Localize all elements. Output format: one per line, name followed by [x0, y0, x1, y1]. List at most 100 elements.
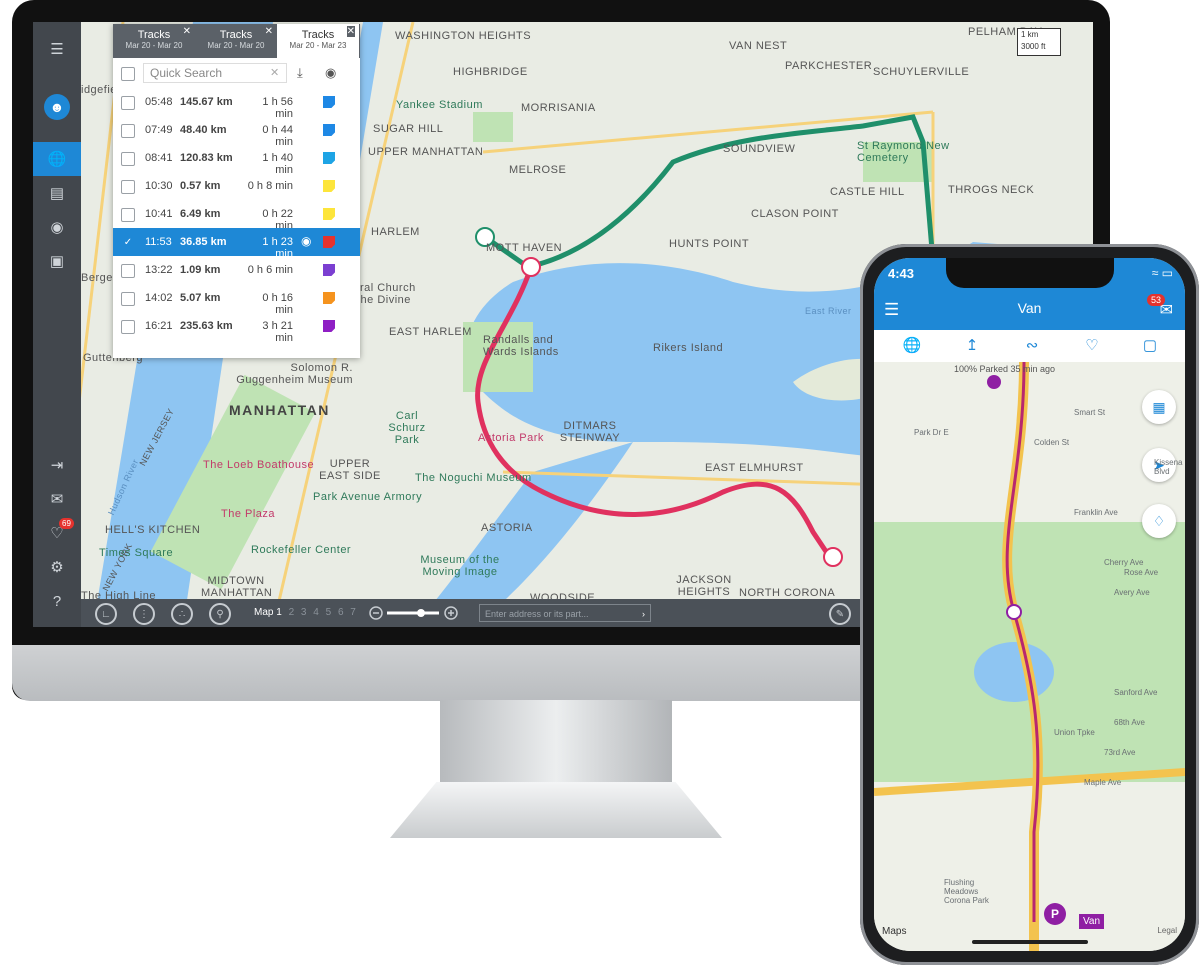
map-tab-active[interactable]: Map 1 [254, 607, 282, 618]
track-row[interactable]: 10:41 6.49 km 0 h 22 min [113, 200, 360, 232]
track-row[interactable]: 13:22 1.09 km 0 h 6 min [113, 256, 360, 284]
street-label: Maple Ave [1084, 778, 1122, 787]
location-pin-icon[interactable]: ⚲ [209, 603, 231, 625]
logout-icon[interactable]: ⇥ [33, 448, 81, 482]
map-label: CASTLE HILL [830, 186, 905, 198]
map-tab[interactable]: 6 [338, 607, 344, 618]
address-search-input[interactable]: Enter address or its part... › [479, 604, 651, 622]
track-checkbox[interactable] [121, 124, 135, 138]
track-color-swatch[interactable] [323, 320, 335, 332]
tab-tracks-2[interactable]: Tracks Mar 20 - Mar 20 ✕ [195, 24, 277, 58]
map-label: MANHATTAN [229, 402, 330, 418]
help-icon[interactable]: ? [33, 584, 81, 618]
track-row[interactable]: 05:48 145.67 km 1 h 56 min [113, 88, 360, 120]
tab-tracks-3[interactable]: Tracks Mar 20 - Mar 23 ✕ [277, 24, 359, 58]
zoom-slider[interactable] [369, 605, 459, 621]
gear-icon[interactable]: ⚙ [33, 550, 81, 584]
track-duration: 0 h 6 min [247, 264, 293, 276]
track-color-swatch[interactable] [323, 152, 335, 164]
upload-icon[interactable]: ↥ [960, 336, 984, 356]
download-icon[interactable]: ⤓ [297, 65, 303, 81]
share-icon[interactable]: ∴ [171, 603, 193, 625]
track-row[interactable]: 16:21 235.63 km 3 h 21 min [113, 312, 360, 344]
globe-icon[interactable]: 🌐 [33, 142, 81, 176]
monitor-stand [440, 700, 672, 790]
map-label: Park Avenue Armory [313, 491, 423, 503]
track-checkbox[interactable]: ✓ [121, 236, 135, 250]
select-all-checkbox[interactable] [121, 67, 135, 81]
reports-icon[interactable]: ▤ [33, 176, 81, 210]
track-color-swatch[interactable] [323, 208, 335, 220]
map-tab[interactable]: 3 [301, 607, 307, 618]
map-label: Randalls and Wards Islands [483, 334, 559, 358]
quick-search-input[interactable]: Quick Search [143, 63, 287, 83]
close-icon[interactable]: ✕ [265, 26, 273, 37]
traffic-light-icon[interactable]: ⋮ [133, 603, 155, 625]
fit-bounds-icon[interactable]: ▦ [1142, 390, 1176, 424]
track-checkbox[interactable] [121, 152, 135, 166]
track-color-swatch[interactable] [323, 236, 335, 248]
clear-search-icon[interactable]: ✕ [270, 66, 279, 79]
street-label: Cherry Ave [1104, 558, 1144, 567]
map-tab[interactable]: 7 [350, 607, 356, 618]
track-row[interactable]: ✓ 11:53 36.85 km 1 h 23 min ◉ [113, 228, 360, 260]
map-label: St Raymond New Cemetery [857, 140, 950, 164]
eraser-icon[interactable]: ✎ [829, 603, 851, 625]
tab-tracks-1[interactable]: Tracks Mar 20 - Mar 20 ✕ [113, 24, 195, 58]
parking-marker[interactable]: P [1044, 903, 1066, 925]
track-color-swatch[interactable] [323, 264, 335, 276]
phone-header: ☰ Van ✉ 53 [874, 288, 1185, 330]
globe-icon[interactable]: 🌐 [900, 336, 924, 356]
track-row[interactable]: 10:30 0.57 km 0 h 8 min [113, 172, 360, 200]
map-label: SOUNDVIEW [723, 143, 796, 155]
map-label: HELL'S KITCHEN [105, 524, 201, 536]
map-scale: 1 km 3000 ft [1017, 28, 1061, 56]
track-row[interactable]: 07:49 48.40 km 0 h 44 min [113, 116, 360, 148]
messages-icon[interactable]: ✉ [33, 482, 81, 516]
track-color-swatch[interactable] [323, 124, 335, 136]
hamburger-menu-icon[interactable]: ☰ [33, 32, 81, 66]
ruler-icon[interactable]: ∟ [95, 603, 117, 625]
eye-icon[interactable]: ◉ [325, 65, 336, 81]
layers-icon[interactable]: ♢ [1142, 504, 1176, 538]
map-label: SCHUYLERVILLE [873, 66, 970, 78]
phone-map[interactable] [874, 362, 1185, 951]
close-icon[interactable]: ✕ [183, 26, 191, 37]
track-checkbox[interactable] [121, 292, 135, 306]
track-checkbox[interactable] [121, 320, 135, 334]
track-checkbox[interactable] [121, 96, 135, 110]
track-finish-marker [823, 547, 843, 567]
notification-badge: 69 [59, 518, 74, 529]
bell-icon[interactable]: ♡ [1080, 336, 1104, 356]
track-color-swatch[interactable] [323, 180, 335, 192]
route-icon[interactable]: ∾ [1020, 336, 1044, 356]
track-checkbox[interactable] [121, 264, 135, 278]
map-label: iral Church the Divine [357, 282, 416, 306]
track-color-swatch[interactable] [323, 292, 335, 304]
start-pin [987, 375, 1001, 389]
phone-notch [946, 258, 1114, 288]
track-time: 13:22 [145, 264, 173, 276]
geofence-icon[interactable]: ◉ [33, 210, 81, 244]
track-color-swatch[interactable] [323, 96, 335, 108]
eye-icon[interactable]: ◉ [301, 234, 311, 248]
track-checkbox[interactable] [121, 208, 135, 222]
map-tab[interactable]: 5 [326, 607, 332, 618]
chat-icon[interactable]: ▢ [1138, 336, 1162, 356]
map-tab[interactable]: 4 [313, 607, 319, 618]
close-icon[interactable]: ✕ [346, 26, 355, 37]
legal-link[interactable]: Legal [1157, 926, 1177, 935]
tab-dates: Mar 20 - Mar 23 [289, 41, 347, 50]
track-row[interactable]: 08:41 120.83 km 1 h 40 min [113, 144, 360, 176]
street-label: Colden St [1034, 438, 1070, 447]
chevron-right-icon[interactable]: › [642, 605, 645, 623]
track-duration: 3 h 21 min [262, 320, 293, 344]
track-row[interactable]: 14:02 5.07 km 0 h 16 min [113, 284, 360, 316]
track-checkbox[interactable] [121, 180, 135, 194]
map-tab[interactable]: 2 [289, 607, 295, 618]
user-avatar-icon[interactable]: ☻ [44, 94, 70, 120]
vehicle-title: Van [1017, 300, 1042, 316]
vehicle-icon[interactable]: ▣ [33, 244, 81, 278]
street-label: Rose Ave [1124, 568, 1159, 577]
van-label[interactable]: Van [1079, 914, 1105, 929]
